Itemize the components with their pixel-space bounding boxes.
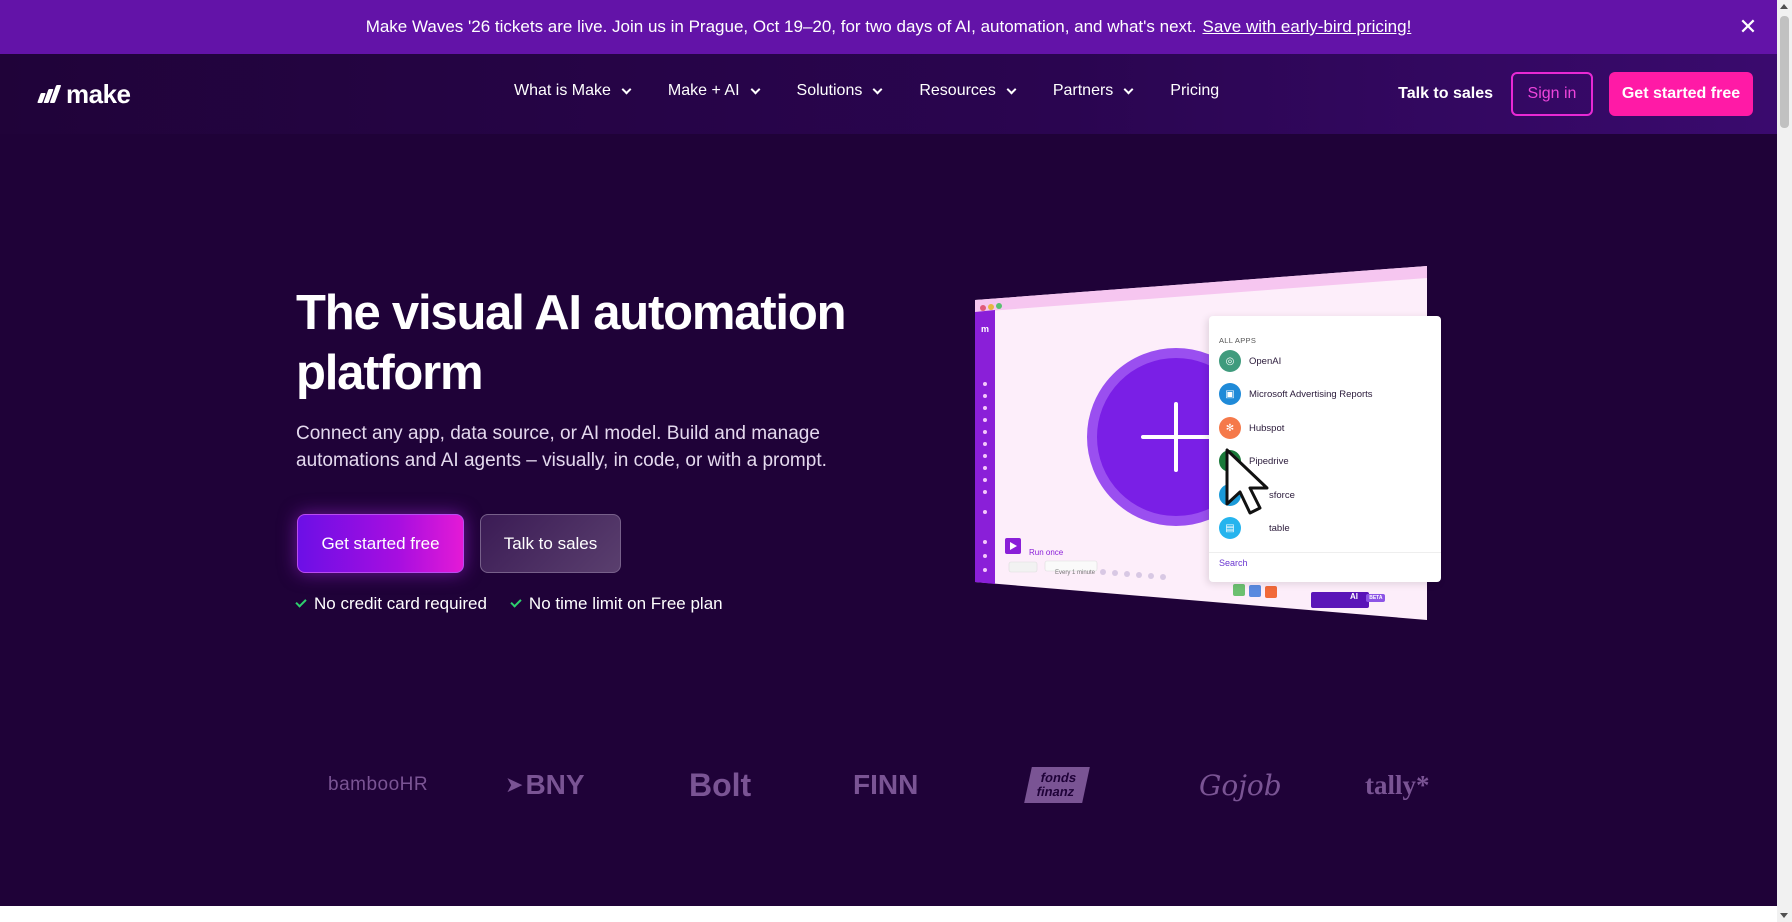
chevron-down-icon [1006,84,1017,94]
ai-button[interactable]: AI BETA [1350,592,1386,602]
talk-to-sales-button[interactable]: Talk to sales [480,514,621,573]
run-once-label[interactable]: Run once [1029,548,1063,557]
ai-label: AI [1350,592,1358,601]
apps-search-input[interactable]: Search [1219,558,1248,568]
make-logo[interactable]: make [37,78,131,110]
hero-title: The visual AI automation platform [296,286,846,400]
feature-checks: No credit card required No time limit on… [295,594,723,614]
check-label: No credit card required [314,594,487,613]
svg-text:m: m [981,324,989,334]
app-item-hubspot[interactable]: ✻ Hubspot [1219,417,1284,439]
check-label: No time limit on Free plan [528,594,723,613]
nav-item-pricing[interactable]: Pricing [1170,82,1219,100]
scrollbar-thumb[interactable] [1780,16,1789,128]
check-item: No credit card required [295,594,487,614]
chevron-down-icon [1123,84,1134,94]
logo-text: make [66,78,131,109]
schedule-label: Every 1 minute [1055,570,1096,576]
check-icon [295,596,307,608]
logo-fonds-finanz: fonds finanz [1024,760,1090,810]
main-nav: make What is Make Make + AI Solutions Re… [0,54,1777,134]
nav-item-label: Solutions [796,82,863,99]
openai-icon: ◎ [1219,350,1241,372]
announcement-banner: Make Waves '26 tickets are live. Join us… [0,0,1777,54]
app-item-openai[interactable]: ◎ OpenAI [1219,350,1281,372]
app-name: OpenAI [1249,355,1282,367]
scroll-up-icon[interactable] [1780,4,1788,9]
nav-item-make-ai[interactable]: Make + AI [667,82,760,100]
logo-bny: ➤ BNY [505,769,585,800]
get-started-button[interactable]: Get started free [297,514,464,573]
page: Make Waves '26 tickets are live. Join us… [0,0,1777,922]
check-item: No time limit on Free plan [510,594,723,614]
early-bird-link[interactable]: Save with early-bird pricing! [1202,17,1411,37]
logo-tally: tally* [1365,769,1430,800]
hubspot-icon: ✻ [1219,417,1241,439]
apps-heading: ALL APPS [1219,336,1257,345]
logo-gojob: Gojob [1199,768,1282,802]
mouse-cursor-icon [1225,448,1269,515]
close-icon[interactable]: ✕ [1735,14,1761,40]
hero-subtitle: Connect any app, data source, or AI mode… [296,423,827,471]
app-item-airtable[interactable]: ▤ table [1219,517,1290,539]
make-logo-icon [37,85,62,103]
customer-logos: bambooHR ➤ BNY Bolt FINN fonds finanz Goj… [320,760,1450,810]
nav-item-label: What is Make [514,82,611,99]
scroll-down-icon[interactable] [1780,913,1788,918]
app-name: table [1269,522,1290,534]
nav-actions: Talk to sales Sign in Get started free [1398,72,1753,116]
app-name: Hubspot [1249,422,1285,434]
nav-item-label: Make + AI [667,82,740,99]
chevron-down-icon [750,84,760,94]
microsoft-ads-icon: ▣ [1219,383,1241,405]
app-name: Microsoft Advertising Reports [1249,388,1373,400]
app-item-microsoft-advertising[interactable]: ▣ Microsoft Advertising Reports [1219,383,1373,405]
nav-item-label: Partners [1052,82,1114,99]
beta-badge: BETA [1366,594,1386,602]
bny-arrow-icon: ➤ [505,772,524,797]
nav-item-partners[interactable]: Partners [1052,82,1134,100]
page-bottom-edge [0,906,1777,922]
talk-to-sales-link[interactable]: Talk to sales [1398,85,1493,103]
page-scrollbar[interactable] [1777,0,1792,922]
chevron-down-icon [621,84,632,94]
nav-menu: What is Make Make + AI Solutions Resourc… [514,82,1257,100]
get-started-nav-button[interactable]: Get started free [1609,72,1753,116]
nav-item-what-is-make[interactable]: What is Make [514,82,632,100]
airtable-icon: ▤ [1219,517,1241,539]
nav-item-label: Resources [919,82,996,99]
logo-finn: FINN [853,769,919,800]
chevron-down-icon [872,84,883,94]
product-illustration: m ALL APPS ◎ OpenAI ▣ Microsoft Advertis… [975,266,1441,628]
logo-bolt: Bolt [689,766,752,803]
check-icon [510,596,522,608]
nav-item-resources[interactable]: Resources [919,82,1017,100]
sign-in-button[interactable]: Sign in [1511,72,1593,116]
banner-text: Make Waves '26 tickets are live. Join us… [365,17,1197,36]
logo-bamboohr: bambooHR [328,774,429,795]
nav-item-label: Pricing [1170,82,1220,99]
nav-item-solutions[interactable]: Solutions [796,82,883,100]
